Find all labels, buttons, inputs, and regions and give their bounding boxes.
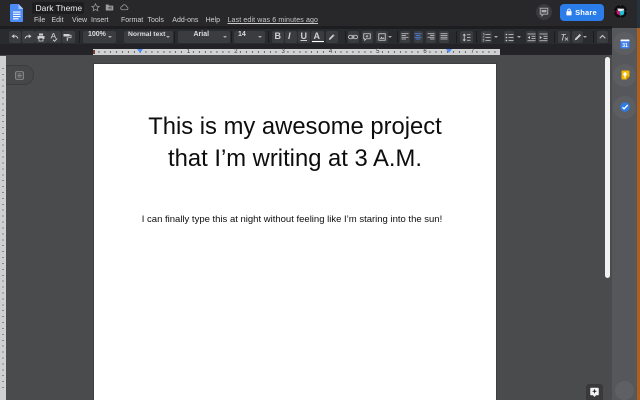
svg-text:31: 31 (622, 42, 628, 48)
